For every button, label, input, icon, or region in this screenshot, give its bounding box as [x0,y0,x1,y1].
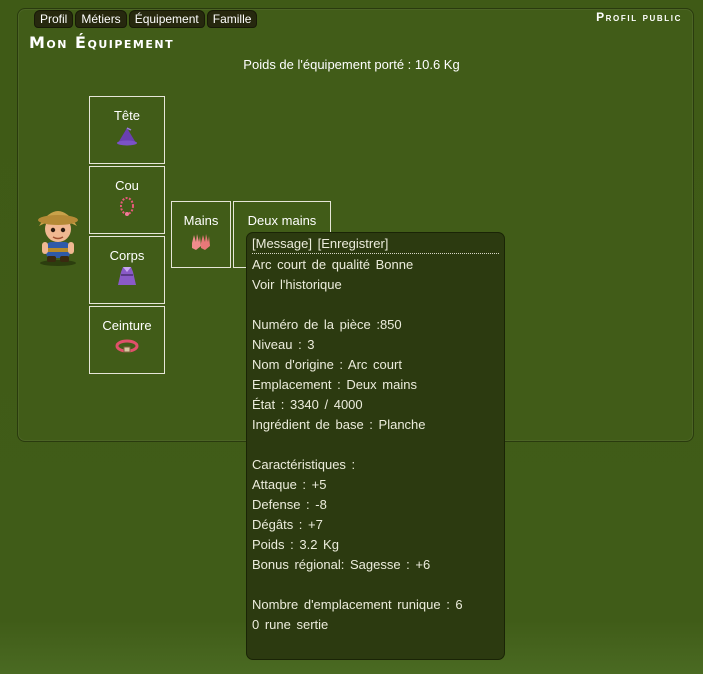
stat-damage: Dégâts : +7 [252,517,323,532]
stat-weight: Poids : 3.2 Kg [252,537,339,552]
history-link[interactable]: Voir l'historique [252,275,499,295]
runes-set: 0 rune sertie [252,617,329,632]
item-tooltip: [Message] [Enregistrer] Arc court de qua… [246,232,505,660]
save-link[interactable]: [Enregistrer] [318,236,389,251]
item-origin: Nom d'origine : Arc court [252,357,402,372]
regional-bonus: Bonus régional: Sagesse : +6 [252,557,431,572]
item-level: Niveau : 3 [252,337,315,352]
slot-ceinture[interactable]: Ceinture [89,306,165,374]
equipment-weight: Poids de l'équipement porté : 10.6 Kg [243,57,460,72]
tab-metiers[interactable]: Métiers [75,10,127,28]
tooltip-actions: [Message] [Enregistrer] [252,236,499,254]
stat-attack: Attaque : +5 [252,477,327,492]
piece-number: Numéro de la pièce :850 [252,317,402,332]
item-state: État : 3340 / 4000 [252,397,363,412]
base-ingredient: Ingrédient de base : Planche [252,417,426,432]
slot-mains[interactable]: Mains [171,201,231,268]
tab-profil[interactable]: Profil [34,10,74,28]
robe-icon [118,267,136,285]
page-title: Mon Équipement [29,33,175,52]
tab-bar: Profil Métiers Équipement Famille [34,10,258,28]
rune-slots: Nombre d'emplacement runique : 6 [252,597,463,612]
tab-famille[interactable]: Famille [206,10,258,28]
character-avatar [38,211,78,266]
necklace-icon [120,197,134,216]
item-location: Emplacement : Deux mains [252,377,417,392]
message-link[interactable]: [Message] [252,236,312,251]
wizard-hat-icon [117,127,137,146]
characteristics-heading: Caractéristiques : [252,457,356,472]
belt-icon [115,339,139,353]
slot-tete[interactable]: Tête [89,96,165,164]
slot-corps[interactable]: Corps [89,236,165,304]
item-name: Arc court de qualité Bonne [252,257,414,272]
slot-cou[interactable]: Cou [89,166,165,234]
tab-equipement[interactable]: Équipement [128,10,205,28]
gloves-icon [192,234,210,250]
stat-defense: Defense : -8 [252,497,327,512]
public-profile-link[interactable]: Profil public [596,10,682,24]
